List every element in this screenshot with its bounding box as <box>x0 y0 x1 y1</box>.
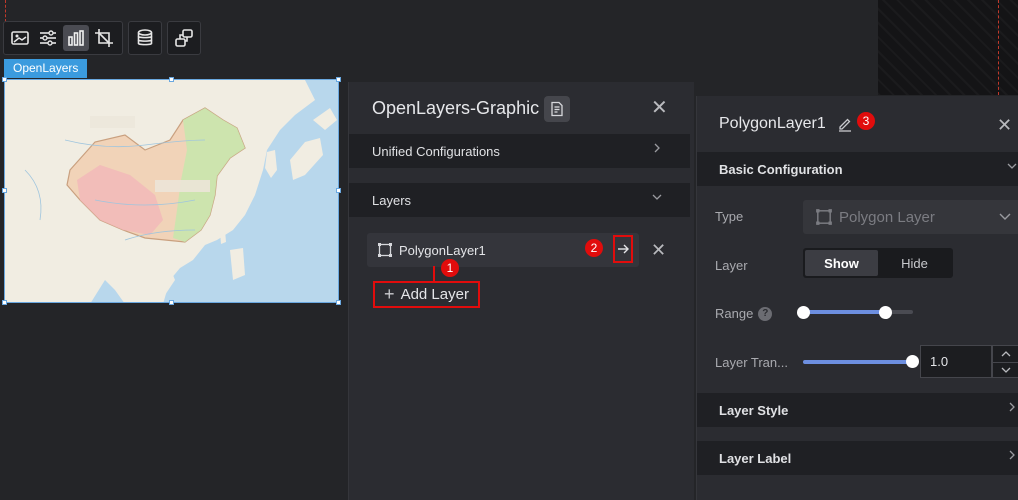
component-name-tag: OpenLayers <box>4 59 88 78</box>
range-label-group: Range ? <box>715 306 773 321</box>
crop-icon <box>95 29 113 47</box>
edit-icon[interactable] <box>837 116 853 132</box>
section-label: Layers <box>372 192 412 208</box>
chevron-down-icon[interactable] <box>1001 366 1011 374</box>
unified-config-section[interactable]: Unified Configurations <box>349 134 690 168</box>
type-value: Polygon Layer <box>839 208 935 226</box>
chevron-right-icon <box>1009 402 1015 412</box>
close-icon[interactable]: ✕ <box>651 98 668 118</box>
chevron-up-icon[interactable] <box>1001 350 1011 358</box>
close-icon[interactable]: ✕ <box>997 115 1012 135</box>
chevron-right-icon <box>1009 450 1015 460</box>
map-graphic <box>5 80 338 302</box>
image-button[interactable] <box>7 25 33 51</box>
resize-handle[interactable] <box>2 77 7 82</box>
type-label: Type <box>715 209 744 224</box>
panel-title: OpenLayers-Graphic <box>372 98 540 118</box>
chevron-right-icon <box>654 143 660 153</box>
bar-chart-icon <box>68 30 84 46</box>
chevron-down-icon <box>1007 163 1017 169</box>
transparency-label: Layer Tran... <box>715 355 788 370</box>
range-slider-thumb-max[interactable] <box>879 306 892 319</box>
resize-handle[interactable] <box>2 188 7 193</box>
component-toolbar <box>3 21 123 55</box>
guide-line <box>5 0 6 22</box>
transparency-stepper[interactable] <box>992 345 1018 378</box>
layer-visibility-label: Layer <box>715 258 748 273</box>
document-icon <box>551 101 563 117</box>
link-icon <box>175 29 193 47</box>
sliders-icon <box>40 30 56 46</box>
database-button[interactable] <box>132 25 158 51</box>
doc-button[interactable] <box>544 96 570 122</box>
layer-title: PolygonLayer1 <box>719 115 826 132</box>
add-layer-button[interactable]: + Add Layer <box>373 281 480 308</box>
resize-handle[interactable] <box>169 77 174 82</box>
hide-option[interactable]: Hide <box>878 250 951 276</box>
basic-config-section[interactable]: Basic Configuration <box>697 152 1018 186</box>
annotation-badge-1: 1 <box>441 259 459 277</box>
settings-button[interactable] <box>35 25 61 51</box>
chevron-down-icon <box>652 194 662 200</box>
polygon-icon <box>378 243 392 257</box>
visibility-toggle: Show Hide <box>803 248 953 278</box>
range-slider-fill <box>803 310 885 314</box>
map-preview[interactable] <box>4 79 339 303</box>
layer-item-label: PolygonLayer1 <box>399 242 486 258</box>
section-label: Layer Style <box>719 402 789 418</box>
layer-label-section[interactable]: Layer Label <box>697 441 1018 475</box>
interaction-toolbar <box>167 21 201 55</box>
arrow-right-icon <box>618 244 629 254</box>
section-label: Basic Configuration <box>719 161 843 177</box>
show-option[interactable]: Show <box>805 250 878 276</box>
graphic-config-panel: OpenLayers-Graphic ✕ Unified Configurati… <box>348 82 694 500</box>
image-icon <box>11 31 29 45</box>
edit-layer-button[interactable] <box>613 235 633 263</box>
resize-handle[interactable] <box>336 77 341 82</box>
layers-section[interactable]: Layers <box>349 183 690 217</box>
add-layer-label: Add Layer <box>400 286 469 303</box>
chart-button[interactable] <box>63 25 89 51</box>
layer-config-panel: PolygonLayer1 3 ✕ Basic Configuration Ty… <box>696 96 1018 500</box>
type-select[interactable]: Polygon Layer <box>803 200 1018 234</box>
plus-icon: + <box>384 284 395 304</box>
transparency-slider-thumb[interactable] <box>906 355 919 368</box>
resize-handle[interactable] <box>2 300 7 305</box>
polygon-icon <box>816 209 832 225</box>
delete-layer-icon[interactable]: ✕ <box>651 240 666 260</box>
transparency-value: 1.0 <box>930 354 949 369</box>
annotation-badge-3: 3 <box>857 112 875 130</box>
database-icon <box>137 29 153 46</box>
annotation-connector <box>433 266 435 282</box>
transparency-slider-fill[interactable] <box>803 360 913 364</box>
interaction-button[interactable] <box>171 25 197 51</box>
help-icon[interactable]: ? <box>758 306 773 321</box>
resize-handle[interactable] <box>169 300 174 305</box>
guide-line <box>998 0 999 95</box>
resize-handle[interactable] <box>336 300 341 305</box>
transparency-input[interactable]: 1.0 <box>920 345 992 378</box>
crop-button[interactable] <box>91 25 117 51</box>
resize-handle[interactable] <box>336 188 341 193</box>
range-slider-thumb-min[interactable] <box>797 306 810 319</box>
annotation-badge-2: 2 <box>585 239 603 257</box>
data-toolbar <box>128 21 162 55</box>
layer-style-section[interactable]: Layer Style <box>697 393 1018 427</box>
section-label: Unified Configurations <box>372 143 500 159</box>
chevron-down-icon <box>999 213 1011 220</box>
section-label: Layer Label <box>719 450 792 466</box>
range-label: Range <box>715 306 754 321</box>
canvas-background <box>878 0 1018 95</box>
